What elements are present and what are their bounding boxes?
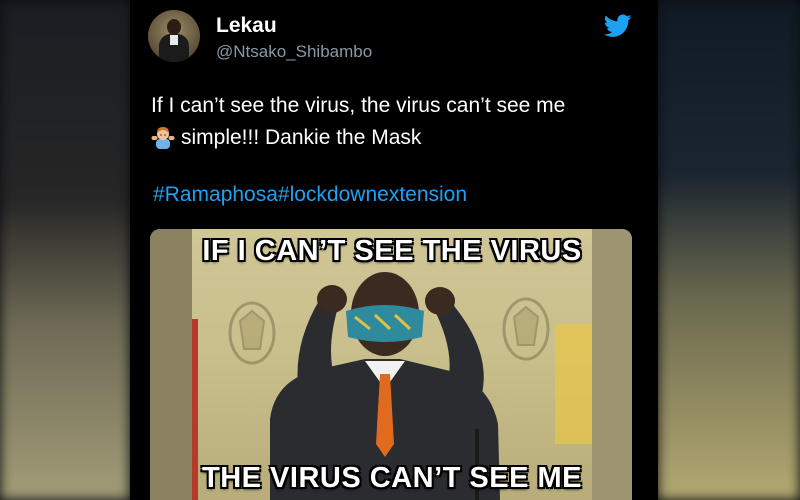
avatar[interactable] <box>148 10 200 62</box>
hashtag-links[interactable]: #Ramaphosa#lockdownextension <box>153 183 467 207</box>
author-handle[interactable]: @Ntsako_Shibambo <box>216 42 372 62</box>
tweet-text: If I can’t see the virus, the virus can’… <box>151 90 631 154</box>
coat-of-arms-left-icon <box>228 301 276 365</box>
tweet-text-line-2: simple!!! Dankie the Mask <box>181 126 422 149</box>
coat-of-arms-right-icon <box>502 297 550 361</box>
author-name[interactable]: Lekau <box>216 14 277 38</box>
avatar-head <box>167 19 181 35</box>
tweet-text-line-2-wrap: simple!!! Dankie the Mask <box>151 122 631 154</box>
man-shrugging-emoji-icon <box>151 127 175 149</box>
tweet-card[interactable]: Lekau @Ntsako_Shibambo If I can’t see th… <box>130 0 658 500</box>
meme-scene-illustration <box>192 272 592 500</box>
tweet-media-image[interactable]: IF I CAN’T SEE THE VIRUS THE VIRUS CAN’T… <box>150 229 632 500</box>
blurred-background-right <box>658 0 800 500</box>
tweet-text-line-1: If I can’t see the virus, the virus can’… <box>151 94 566 117</box>
blurred-background-left <box>0 0 130 500</box>
avatar-collar <box>170 35 178 45</box>
meme-caption-top: IF I CAN’T SEE THE VIRUS <box>202 235 582 267</box>
twitter-bird-icon[interactable] <box>604 14 632 38</box>
meme-caption-bottom: THE VIRUS CAN’T SEE ME <box>202 462 582 494</box>
